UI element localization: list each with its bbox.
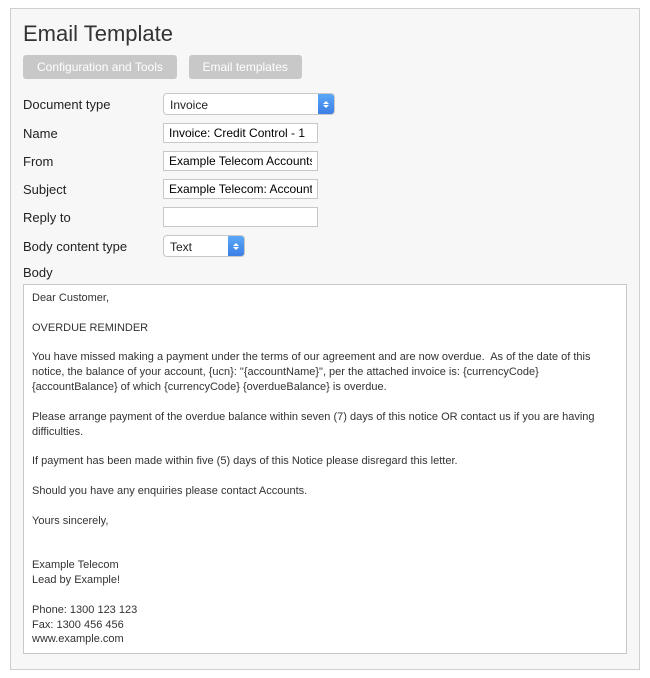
row-subject: Subject: [23, 179, 627, 199]
label-body-content-type: Body content type: [23, 239, 163, 254]
document-type-value: Invoice: [164, 94, 216, 114]
tab-configuration[interactable]: Configuration and Tools: [23, 55, 177, 79]
row-body-content-type: Body content type Text: [23, 235, 627, 257]
body-content-type-select[interactable]: Text: [163, 235, 245, 257]
label-subject: Subject: [23, 182, 163, 197]
breadcrumb: Configuration and Tools Email templates: [23, 55, 627, 79]
from-input[interactable]: [163, 151, 318, 171]
label-from: From: [23, 154, 163, 169]
body-content-type-value: Text: [164, 236, 200, 256]
row-reply-to: Reply to: [23, 207, 627, 227]
body-textarea[interactable]: [23, 284, 627, 654]
subject-input[interactable]: [163, 179, 318, 199]
reply-to-input[interactable]: [163, 207, 318, 227]
label-body: Body: [23, 265, 627, 280]
label-name: Name: [23, 126, 163, 141]
tab-email-templates[interactable]: Email templates: [189, 55, 302, 79]
document-type-select[interactable]: Invoice: [163, 93, 335, 115]
row-document-type: Document type Invoice: [23, 93, 627, 115]
row-name: Name: [23, 123, 627, 143]
chevron-updown-icon: [228, 236, 244, 256]
chevron-updown-icon: [318, 94, 334, 114]
email-template-panel: Email Template Configuration and Tools E…: [10, 8, 640, 670]
page-title: Email Template: [23, 21, 627, 47]
row-from: From: [23, 151, 627, 171]
label-document-type: Document type: [23, 97, 163, 112]
name-input[interactable]: [163, 123, 318, 143]
label-reply-to: Reply to: [23, 210, 163, 225]
